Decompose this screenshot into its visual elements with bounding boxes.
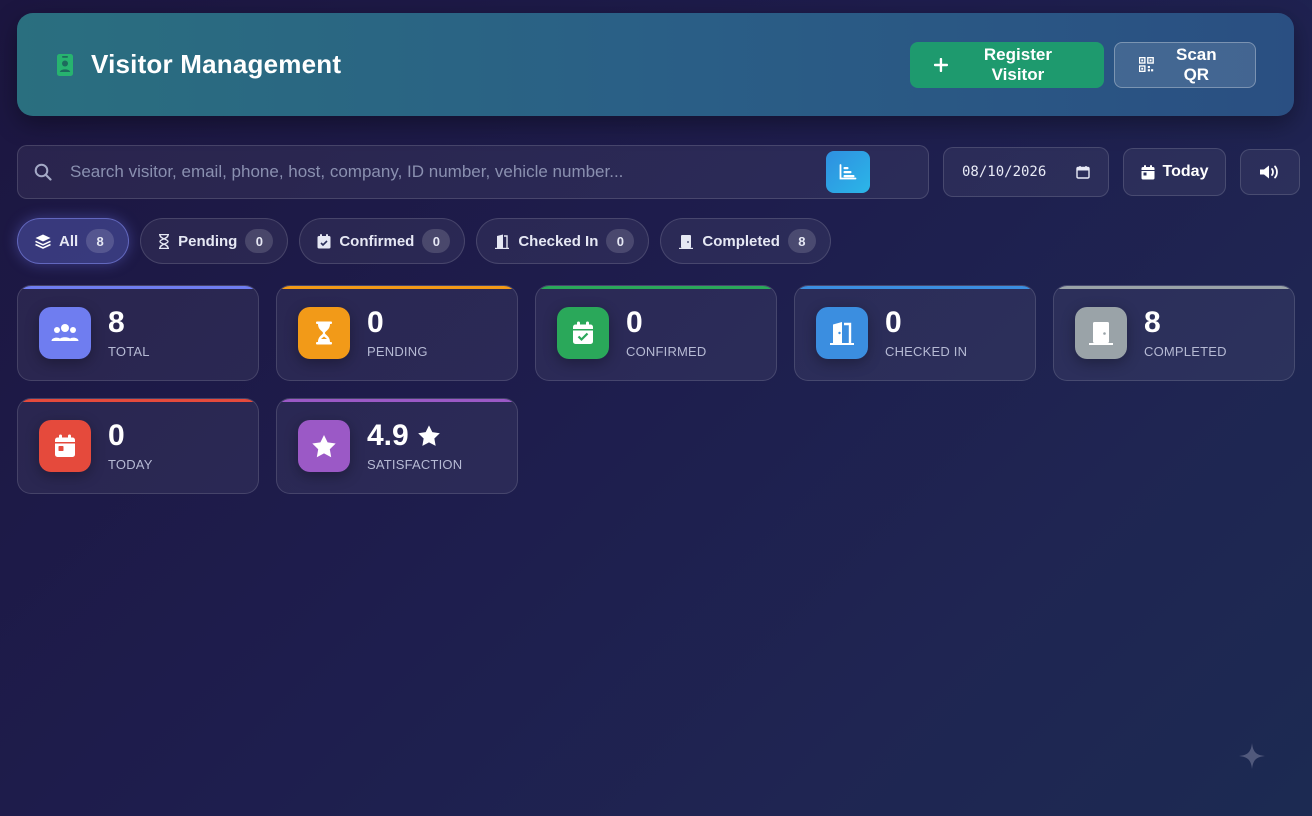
- satisfaction-score: 4.9: [367, 418, 409, 452]
- stats-grid: 8 TOTAL 0 PENDING 0 CONFIRMED 0 CHECKED …: [17, 285, 1295, 494]
- stat-card-pending: 0 PENDING: [276, 285, 518, 381]
- scan-qr-button[interactable]: Scan QR: [1114, 41, 1256, 88]
- stat-value-total: 8: [108, 305, 125, 339]
- filter-completed-count: 8: [787, 229, 816, 253]
- stat-card-confirmed: 0 CONFIRMED: [535, 285, 777, 381]
- stat-value-checked-in: 0: [885, 305, 902, 339]
- stat-text-confirmed: 0 CONFIRMED: [626, 305, 707, 359]
- stat-label-total: TOTAL: [108, 343, 150, 359]
- stat-label-satisfaction: SATISFACTION: [367, 456, 463, 472]
- rating-star-icon: [417, 425, 440, 446]
- hourglass-icon: [316, 321, 332, 345]
- stat-card-satisfaction: 4.9 SATISFACTION: [276, 398, 518, 494]
- calendar-day-icon: [1141, 164, 1155, 179]
- chart-icon: [839, 164, 857, 180]
- search-box: [17, 145, 929, 199]
- calendar-icon[interactable]: [1076, 165, 1090, 179]
- calendar-check-icon: [317, 233, 331, 248]
- filter-pending-label: Pending: [178, 232, 238, 250]
- star-icon: [312, 435, 336, 458]
- stat-value-pending: 0: [367, 305, 384, 339]
- calendar-check-icon: [573, 321, 593, 344]
- register-visitor-button[interactable]: Register Visitor: [910, 41, 1104, 88]
- today-label: Today: [1162, 163, 1209, 180]
- stat-card-total: 8 TOTAL: [17, 285, 259, 381]
- stat-value-today: 0: [108, 418, 125, 452]
- plus-icon: [934, 57, 948, 72]
- stat-card-completed: 8 COMPLETED: [1053, 285, 1295, 381]
- stat-label-pending: PENDING: [367, 343, 428, 359]
- stat-label-checked-in: CHECKED IN: [885, 343, 968, 359]
- filter-all-count: 8: [86, 229, 115, 253]
- filter-all[interactable]: All 8: [17, 218, 130, 264]
- stat-label-today: TODAY: [108, 456, 153, 472]
- hourglass-icon: [159, 233, 170, 249]
- door-open-icon: [830, 322, 854, 345]
- stat-text-completed: 8 COMPLETED: [1144, 305, 1227, 359]
- filter-pending[interactable]: Pending 0: [140, 218, 289, 264]
- sound-toggle-button[interactable]: [1240, 149, 1300, 195]
- stat-card-today: 0 TODAY: [17, 398, 259, 494]
- stat-text-total: 8 TOTAL: [108, 305, 150, 359]
- door-open-icon: [495, 234, 510, 249]
- stat-icon-checked-in: [816, 307, 868, 359]
- stat-icon-pending: [298, 307, 350, 359]
- stat-icon-satisfaction: [298, 420, 350, 472]
- stat-icon-total: [39, 307, 91, 359]
- filter-confirmed-count: 0: [422, 229, 451, 253]
- door-closed-icon: [1089, 322, 1113, 345]
- sparkle-icon[interactable]: [1238, 742, 1266, 770]
- date-input[interactable]: 08/10/2026: [943, 147, 1109, 197]
- stat-text-checked-in: 0 CHECKED IN: [885, 305, 968, 359]
- stat-value-confirmed: 0: [626, 305, 643, 339]
- stat-icon-today: [39, 420, 91, 472]
- date-value: 08/10/2026: [962, 164, 1047, 180]
- stat-value-satisfaction: 4.9: [367, 418, 462, 452]
- page-title: Visitor Management: [91, 49, 342, 79]
- stat-text-satisfaction: 4.9 SATISFACTION: [367, 418, 463, 472]
- qr-code-icon: [1139, 57, 1154, 72]
- search-icon: [34, 163, 52, 181]
- id-badge-icon: [57, 53, 73, 76]
- filter-completed-label: Completed: [702, 232, 780, 250]
- filter-pending-count: 0: [245, 229, 274, 253]
- filter-confirmed[interactable]: Confirmed 0: [299, 218, 466, 264]
- stat-value-completed: 8: [1144, 305, 1161, 339]
- users-icon: [51, 324, 79, 341]
- filter-checked-in[interactable]: Checked In 0: [476, 218, 650, 264]
- search-row: 08/10/2026 Today: [17, 145, 1300, 199]
- scan-qr-label: Scan QR: [1176, 44, 1217, 84]
- filter-all-label: All: [59, 232, 79, 250]
- filter-confirmed-label: Confirmed: [339, 232, 415, 250]
- layers-icon: [35, 234, 51, 249]
- stat-icon-confirmed: [557, 307, 609, 359]
- stat-label-confirmed: CONFIRMED: [626, 343, 707, 359]
- stat-label-completed: COMPLETED: [1144, 343, 1227, 359]
- register-visitor-label: Register Visitor: [983, 44, 1052, 84]
- status-filters: All 8 Pending 0 Confirmed 0 Checked In 0: [17, 218, 831, 264]
- header-bar: Visitor Management Register Visitor Scan…: [17, 13, 1294, 116]
- filter-checked-in-label: Checked In: [518, 232, 599, 250]
- statistics-button[interactable]: [826, 151, 870, 193]
- volume-icon: [1260, 165, 1278, 179]
- stat-icon-completed: [1075, 307, 1127, 359]
- header-actions: Register Visitor Scan QR: [910, 41, 1256, 88]
- door-closed-icon: [679, 234, 694, 249]
- filter-completed[interactable]: Completed 8: [660, 218, 831, 264]
- calendar-day-icon: [55, 434, 75, 457]
- header-title-group: Visitor Management: [53, 49, 341, 80]
- filter-checked-in-count: 0: [606, 229, 635, 253]
- today-button[interactable]: Today: [1123, 148, 1226, 196]
- stat-text-pending: 0 PENDING: [367, 305, 428, 359]
- stat-text-today: 0 TODAY: [108, 418, 153, 472]
- stat-card-checked-in: 0 CHECKED IN: [794, 285, 1036, 381]
- search-input[interactable]: [70, 162, 826, 182]
